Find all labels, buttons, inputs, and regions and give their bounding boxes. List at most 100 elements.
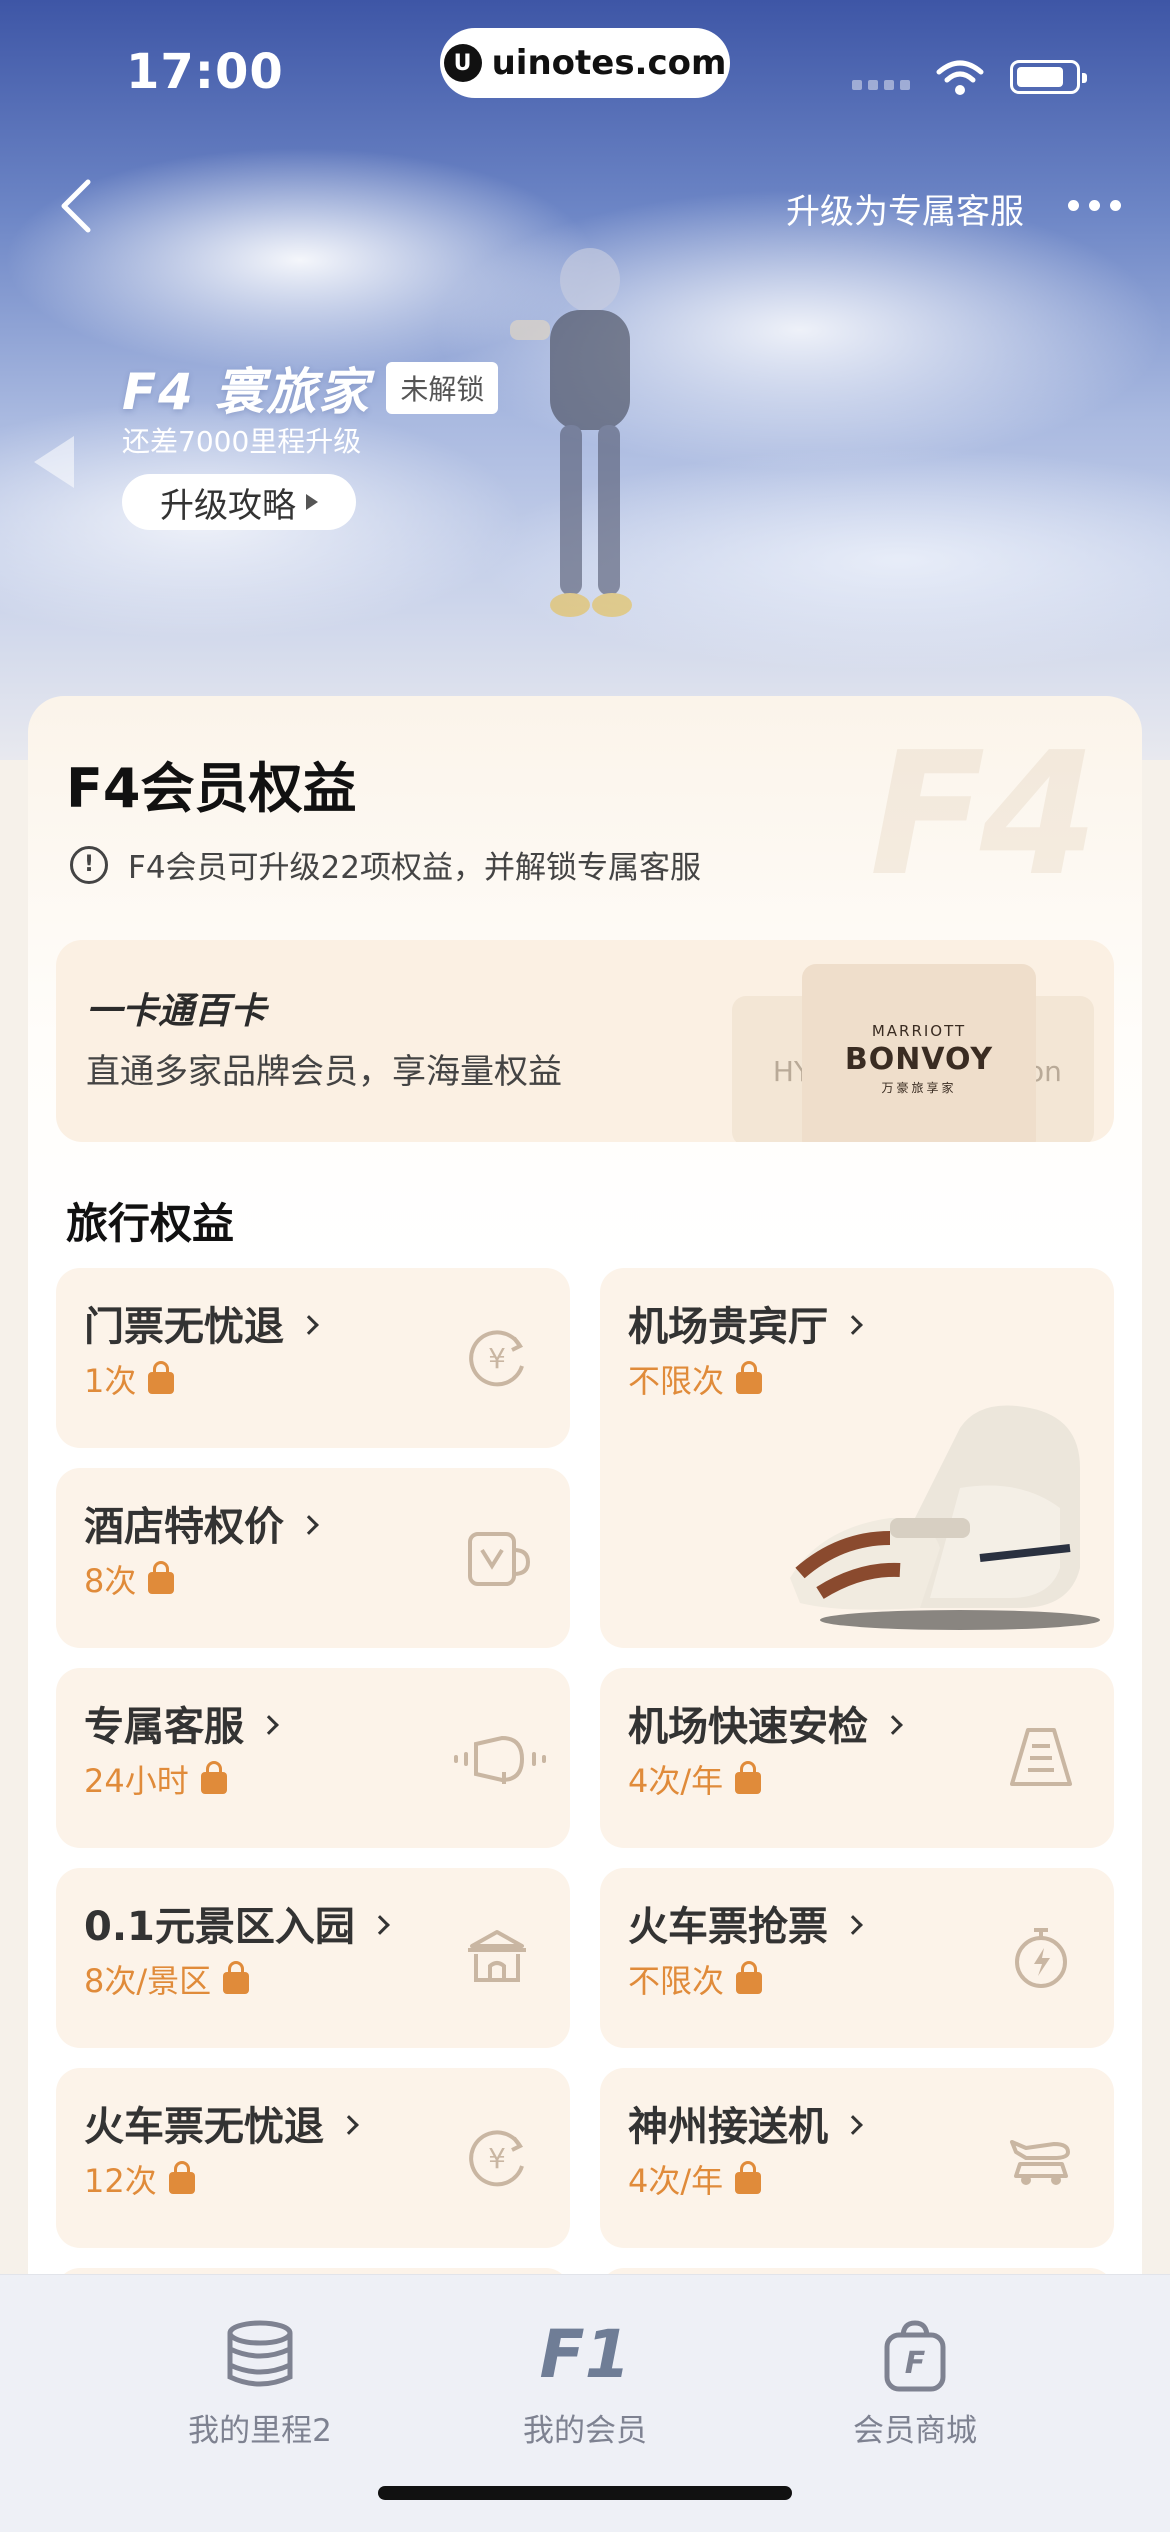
perk-airport-lounge[interactable]: 机场贵宾厅 不限次 <box>600 1268 1114 1648</box>
chevron-right-icon <box>299 1315 319 1335</box>
perk-name: 酒店特权价 <box>84 1504 284 1550</box>
perk-value: 24小时 <box>84 1762 189 1800</box>
perk-name: 火车票抢票 <box>628 1904 828 1950</box>
benefits-title: F4会员权益 <box>66 757 357 820</box>
one-card-title: 一卡通百卡 <box>86 991 267 1032</box>
security-gate-icon <box>1010 1728 1072 1786</box>
lock-icon <box>200 1761 227 1794</box>
avatar-figure-image <box>510 248 632 617</box>
perk-airport-transfer[interactable]: 神州接送机 4次/年 <box>600 2068 1114 2248</box>
perk-value: 8次 <box>84 1562 137 1600</box>
f1-icon: F1 <box>539 2316 631 2393</box>
chevron-right-icon <box>299 1515 319 1535</box>
perk-value: 不限次 <box>628 1362 725 1400</box>
brand-card-marriott: MARRIOTT BONVOY 万豪旅享家 <box>802 964 1036 1142</box>
chevron-right-icon <box>843 1315 863 1335</box>
chevron-right-icon <box>883 1715 903 1735</box>
perk-ticket-refund[interactable]: 门票无忧退 1次 ¥ <box>56 1268 570 1448</box>
travel-benefits-title: 旅行权益 <box>66 1199 235 1248</box>
carousel-prev-icon[interactable] <box>30 432 78 492</box>
play-triangle-icon <box>306 494 318 510</box>
hotel-cup-icon <box>468 1532 531 1586</box>
massage-chair-image <box>790 1405 1100 1630</box>
perk-name: 专属客服 <box>84 1704 244 1750</box>
chevron-right-icon <box>259 1715 279 1735</box>
chevron-right-icon <box>369 1915 390 1935</box>
tier-header: F4 寰旅家 未解锁 <box>122 352 499 424</box>
perk-train-refund[interactable]: 火车票无忧退 12次 ¥ <box>56 2068 570 2248</box>
svg-text:¥: ¥ <box>488 2142 506 2175</box>
stopwatch-bolt-icon <box>1015 1928 1067 1988</box>
perk-scenic-entry[interactable]: 0.1元景区入园 8次/景区 <box>56 1868 570 2048</box>
perk-name: 机场快速安检 <box>628 1704 868 1750</box>
perk-exclusive-service[interactable]: 专属客服 24小时 <box>56 1668 570 1848</box>
lock-icon <box>735 1761 762 1794</box>
tab-my-membership[interactable]: F1 我的会员 <box>465 2315 705 2465</box>
lock-icon <box>148 1561 175 1594</box>
brand-bonvoy-label: BONVOY <box>844 1042 994 1077</box>
back-chevron-icon[interactable] <box>52 176 102 236</box>
perk-value: 4次/年 <box>628 2162 724 2200</box>
battery-icon <box>1010 60 1087 94</box>
perk-name: 0.1元景区入园 <box>84 1904 355 1950</box>
perk-fast-security[interactable]: 机场快速安检 4次/年 <box>600 1668 1114 1848</box>
upgrade-guide-label: 升级攻略 <box>160 485 296 526</box>
perk-value: 12次 <box>84 2162 157 2200</box>
headset-icon <box>454 1735 546 1784</box>
lock-icon <box>736 1961 763 1994</box>
lock-icon <box>148 1361 175 1394</box>
chevron-right-icon <box>843 2115 863 2135</box>
perk-value: 1次 <box>84 1362 137 1400</box>
perk-name: 门票无忧退 <box>84 1304 284 1350</box>
scenic-gate-icon <box>468 1930 526 1982</box>
site-pill: U uinotes.com <box>440 28 730 98</box>
cellular-signal-icon <box>852 80 910 90</box>
benefits-note: ! F4会员可升级22项权益，并解锁专属客服 <box>70 842 701 887</box>
perk-name: 神州接送机 <box>628 2104 828 2150</box>
brand-marriott-label: MARRIOTT <box>871 1022 967 1040</box>
exclamation-icon: ! <box>70 845 108 884</box>
tab-label: 我的里程2 <box>188 2413 332 2449</box>
tier-watermark: F4 <box>869 716 1098 914</box>
tier-title: F4 寰旅家 <box>122 363 371 421</box>
perk-value: 8次/景区 <box>84 1962 212 2000</box>
lock-icon <box>168 2161 195 2194</box>
tier-progress-text: 还差7000里程升级 <box>122 425 362 458</box>
status-time: 17:00 <box>126 44 284 100</box>
site-name: uinotes.com <box>491 43 727 83</box>
chevron-right-icon <box>843 1915 863 1935</box>
svg-text:F: F <box>905 2346 926 2381</box>
tab-my-mileage[interactable]: 我的里程2 <box>140 2315 380 2465</box>
perk-value: 4次/年 <box>628 1762 724 1800</box>
perk-name: 火车票无忧退 <box>84 2104 324 2150</box>
benefits-note-text: F4会员可升级22项权益，并解锁专属客服 <box>128 850 701 886</box>
lock-icon <box>736 1361 763 1394</box>
svg-text:¥: ¥ <box>488 1342 506 1375</box>
upgrade-service-link[interactable]: 升级为专属客服 <box>786 184 1024 233</box>
coins-stack-icon <box>227 2320 293 2387</box>
wifi-icon <box>936 60 984 95</box>
one-card-subtitle: 直通多家品牌会员，享海量权益 <box>86 1052 562 1092</box>
perk-train-ticket-grab[interactable]: 火车票抢票 不限次 <box>600 1868 1114 2048</box>
perk-name: 机场贵宾厅 <box>628 1304 828 1350</box>
site-logo-icon: U <box>443 44 482 82</box>
lock-icon <box>735 2161 762 2194</box>
perk-hotel-price[interactable]: 酒店特权价 8次 <box>56 1468 570 1648</box>
upgrade-guide-button[interactable]: 升级攻略 <box>122 474 356 530</box>
benefits-card: F4 F4会员权益 ! F4会员可升级22项权益，并解锁专属客服 一卡通百卡 直… <box>28 696 1142 2532</box>
locked-badge: 未解锁 <box>386 362 499 414</box>
brand-bonvoy-cn-label: 万豪旅享家 <box>881 1081 957 1095</box>
home-indicator <box>378 2486 792 2500</box>
tab-label: 我的会员 <box>523 2413 647 2449</box>
perk-value: 不限次 <box>628 1962 725 2000</box>
tab-label: 会员商城 <box>853 2413 977 2449</box>
chevron-right-icon <box>339 2115 359 2135</box>
yen-refund-icon: ¥ <box>469 1330 524 1387</box>
car-plane-icon <box>1010 2140 1070 2185</box>
more-options-icon[interactable] <box>1068 200 1121 211</box>
tab-member-store[interactable]: F 会员商城 <box>795 2315 1035 2465</box>
shopping-bag-f-icon: F <box>884 2320 946 2392</box>
yen-refund-icon: ¥ <box>469 2130 524 2187</box>
lock-icon <box>223 1961 250 1994</box>
one-card-banner[interactable]: 一卡通百卡 直通多家品牌会员，享海量权益 HY ton MARRIOTT BON… <box>56 940 1114 1142</box>
